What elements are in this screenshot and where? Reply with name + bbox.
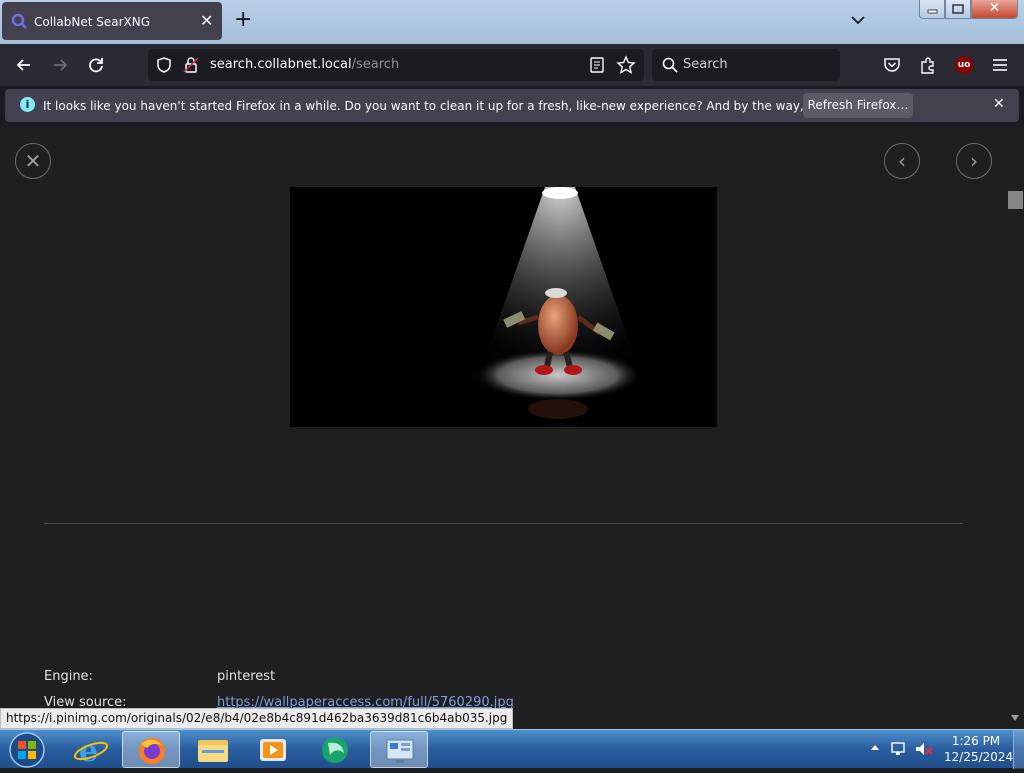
- tab-searxng[interactable]: CollabNet SearXNG ✕: [2, 2, 222, 40]
- notification-message: It looks like you haven't started Firefo…: [43, 99, 899, 113]
- back-arrow-icon: [16, 59, 30, 71]
- tracking-protection-shield-icon[interactable]: [155, 56, 173, 74]
- back-button[interactable]: [13, 54, 35, 76]
- volume-muted-icon[interactable]: [914, 740, 934, 758]
- windows-taskbar: e 1:26 PM 12/25/2024: [0, 729, 1024, 769]
- taskbar-media-player[interactable]: [244, 731, 302, 768]
- result-image[interactable]: [290, 187, 717, 427]
- taskbar-file-explorer[interactable]: [184, 731, 242, 768]
- searxng-favicon-icon: [11, 13, 27, 29]
- hamburger-menu-icon[interactable]: [990, 55, 1010, 75]
- control-panel-icon: [386, 739, 414, 763]
- reader-view-icon[interactable]: [588, 56, 606, 74]
- navigation-toolbar: search.collabnet.local/search Search uo: [0, 44, 1024, 86]
- network-icon[interactable]: [890, 740, 908, 758]
- folder-icon: [198, 740, 228, 762]
- internet-explorer-icon: e: [73, 734, 109, 769]
- clock-time: 1:26 PM: [951, 734, 1001, 748]
- scrollbar-thumb[interactable]: [1008, 191, 1023, 209]
- new-tab-icon[interactable]: +: [234, 9, 252, 31]
- engine-label: Engine:: [44, 669, 93, 684]
- search-bar[interactable]: Search: [652, 49, 840, 81]
- svg-text:e: e: [79, 734, 98, 768]
- url-path: /search: [351, 57, 400, 72]
- link-status-url: https://i.pinimg.com/originals/02/e8/b4/…: [0, 708, 514, 729]
- previous-image-button[interactable]: ‹: [884, 143, 920, 179]
- tab-title: CollabNet SearXNG: [34, 15, 151, 29]
- search-placeholder: Search: [683, 57, 728, 72]
- list-all-tabs-icon[interactable]: [848, 10, 868, 30]
- taskbar-clock[interactable]: 1:26 PM 12/25/2024: [944, 733, 1014, 765]
- clock-date: 12/25/2024: [944, 750, 1014, 764]
- window-close-button[interactable]: ✕: [971, 0, 1018, 19]
- ublock-badge-text: uo: [957, 60, 971, 70]
- scroll-down-arrow-icon[interactable]: [1010, 713, 1020, 723]
- taskbar-firefox[interactable]: [122, 731, 180, 768]
- tab-strip: CollabNet SearXNG ✕ + ✕: [0, 0, 1024, 44]
- info-icon: i: [20, 97, 35, 112]
- engine-value: pinterest: [217, 669, 276, 684]
- search-icon: [662, 57, 678, 73]
- restore-icon: [952, 4, 964, 14]
- taskbar-app-teal[interactable]: [306, 731, 364, 768]
- close-icon: ✕: [24, 149, 42, 173]
- next-image-button[interactable]: ›: [956, 143, 992, 179]
- forward-button[interactable]: [49, 54, 71, 76]
- minimize-icon: [927, 9, 938, 14]
- restore-button[interactable]: [945, 0, 971, 19]
- window-close-icon: ✕: [988, 0, 1001, 16]
- vertical-scrollbar[interactable]: [1006, 127, 1024, 729]
- bookmark-star-icon[interactable]: [616, 55, 636, 75]
- show-desktop-button[interactable]: [1013, 730, 1024, 769]
- show-hidden-icons-icon[interactable]: [870, 742, 880, 754]
- close-detail-button[interactable]: ✕: [15, 143, 51, 179]
- divider: [44, 523, 963, 524]
- reload-icon: [89, 58, 103, 73]
- ublock-origin-icon[interactable]: uo: [955, 56, 973, 74]
- reload-button[interactable]: [85, 54, 107, 76]
- firefox-window: CollabNet SearXNG ✕ + ✕ search.collabnet…: [0, 0, 1024, 769]
- taskbar-internet-explorer[interactable]: e: [62, 731, 120, 769]
- url-text: search.collabnet.local/search: [210, 57, 399, 72]
- minimize-button[interactable]: [919, 0, 945, 19]
- url-host: search.collabnet.local: [210, 57, 352, 72]
- notification-close-icon[interactable]: ✕: [993, 96, 1005, 112]
- chevron-right-icon: ›: [970, 149, 978, 173]
- pocket-icon[interactable]: [882, 55, 902, 75]
- start-orb-icon[interactable]: [5, 731, 49, 769]
- refresh-firefox-button[interactable]: Refresh Firefox…: [803, 93, 913, 118]
- forward-arrow-icon: [54, 59, 68, 71]
- address-bar[interactable]: search.collabnet.local/search: [148, 49, 644, 81]
- notification-bar: i It looks like you haven't started Fire…: [5, 89, 1019, 122]
- taskbar-control-panel[interactable]: [370, 731, 428, 768]
- tab-close-icon[interactable]: ✕: [200, 11, 213, 30]
- extensions-puzzle-icon[interactable]: [918, 55, 938, 75]
- teal-app-icon: [322, 737, 348, 763]
- media-player-icon: [260, 739, 286, 761]
- chevron-left-icon: ‹: [898, 149, 906, 173]
- image-detail-page: ✕ ‹ › Engine: pinterest View source: htt…: [0, 127, 1006, 729]
- insecure-lock-icon[interactable]: [182, 56, 200, 74]
- firefox-icon: [139, 738, 165, 764]
- spotlight-character-picture: [473, 187, 645, 419]
